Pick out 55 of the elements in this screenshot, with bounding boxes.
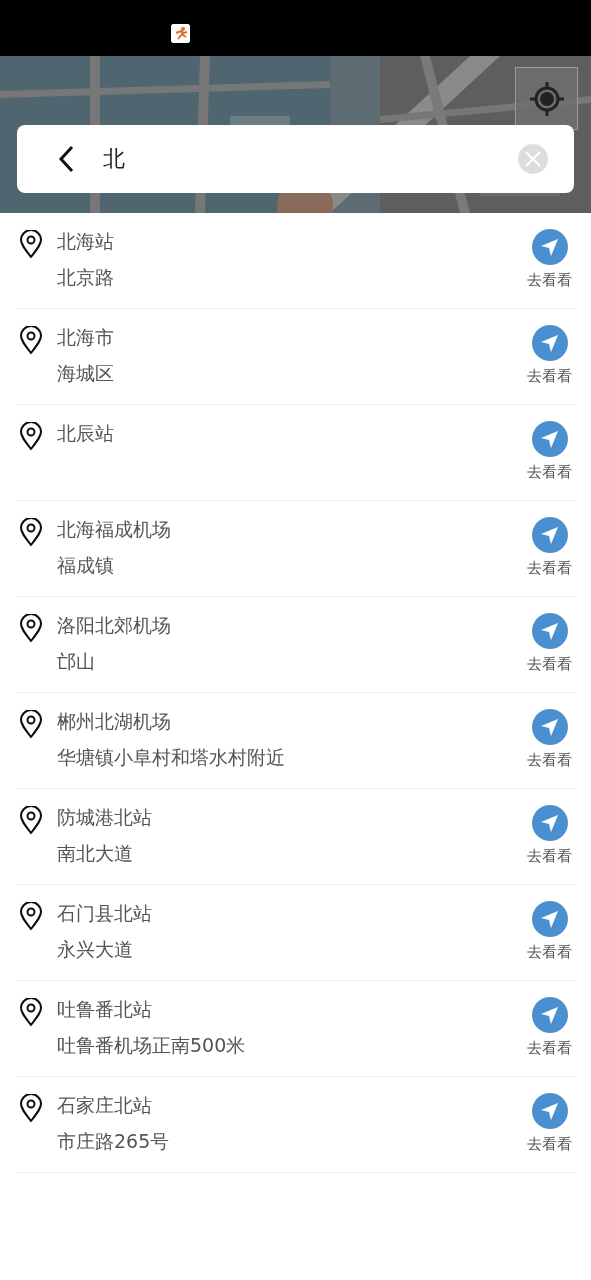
place-name: 北海福成机场 xyxy=(57,517,172,541)
go-button[interactable]: 去看看 xyxy=(527,325,572,386)
place-name: 郴州北湖机场 xyxy=(57,709,172,733)
location-pin-icon xyxy=(19,614,43,642)
location-pin-icon xyxy=(19,902,43,930)
result-item[interactable]: 郴州北湖机场 华塘镇小阜村和塔水村附近 去看看 xyxy=(17,693,574,789)
place-address: 邙山 xyxy=(57,649,96,673)
close-icon xyxy=(524,150,542,168)
go-button[interactable]: 去看看 xyxy=(527,805,572,866)
go-button[interactable]: 去看看 xyxy=(527,517,572,578)
go-button[interactable]: 去看看 xyxy=(527,613,572,674)
location-pin-icon xyxy=(19,1094,43,1122)
go-button[interactable]: 去看看 xyxy=(527,421,572,482)
place-name: 石家庄北站 xyxy=(57,1093,153,1117)
go-button[interactable]: 去看看 xyxy=(527,901,572,962)
location-pin-icon xyxy=(19,998,43,1026)
locate-button[interactable] xyxy=(515,67,578,130)
place-address: 福成镇 xyxy=(57,553,115,577)
location-pin-icon xyxy=(19,422,43,450)
locate-icon xyxy=(527,79,566,118)
place-name: 北海市 xyxy=(57,325,115,349)
place-address: 海城区 xyxy=(57,361,115,385)
place-address: 永兴大道 xyxy=(57,937,134,961)
go-button[interactable]: 去看看 xyxy=(527,229,572,290)
location-pin-icon xyxy=(19,326,43,354)
place-address: 北京路 xyxy=(57,265,115,289)
go-button[interactable]: 去看看 xyxy=(527,997,572,1058)
place-address: 吐鲁番机场正南500米 xyxy=(57,1033,247,1057)
go-button[interactable]: 去看看 xyxy=(527,1093,572,1154)
result-item[interactable]: 北海福成机场 福成镇 去看看 xyxy=(17,501,574,597)
place-address: 市庄路265号 xyxy=(57,1129,171,1153)
result-item[interactable]: 石门县北站 永兴大道 去看看 xyxy=(17,885,574,981)
place-name: 洛阳北郊机场 xyxy=(57,613,172,637)
place-name: 防城港北站 xyxy=(57,805,153,829)
search-bar[interactable]: 北 xyxy=(17,125,574,193)
place-name: 吐鲁番北站 xyxy=(57,997,153,1021)
location-pin-icon xyxy=(19,518,43,546)
location-pin-icon xyxy=(19,710,43,738)
location-pin-icon xyxy=(19,806,43,834)
result-item[interactable]: 北海市 海城区 去看看 xyxy=(17,309,574,405)
result-item[interactable]: 防城港北站 南北大道 去看看 xyxy=(17,789,574,885)
search-field[interactable]: 北 xyxy=(103,146,518,172)
go-button[interactable]: 去看看 xyxy=(527,709,572,770)
result-item[interactable]: 吐鲁番北站 吐鲁番机场正南500米 去看看 xyxy=(17,981,574,1077)
place-address: 华塘镇小阜村和塔水村附近 xyxy=(57,745,286,769)
result-item[interactable]: 洛阳北郊机场 邙山 去看看 xyxy=(17,597,574,693)
place-name: 北海站 xyxy=(57,229,115,253)
place-name: 石门县北站 xyxy=(57,901,153,925)
location-pin-icon xyxy=(19,230,43,258)
app-icon xyxy=(171,24,190,43)
result-item[interactable]: 北海站 北京路 去看看 xyxy=(17,213,574,309)
place-name: 北辰站 xyxy=(57,421,115,445)
result-item[interactable]: 北辰站 去看看 xyxy=(17,405,574,501)
result-item[interactable]: 石家庄北站 市庄路265号 去看看 xyxy=(17,1077,574,1173)
place-address: 南北大道 xyxy=(57,841,134,865)
